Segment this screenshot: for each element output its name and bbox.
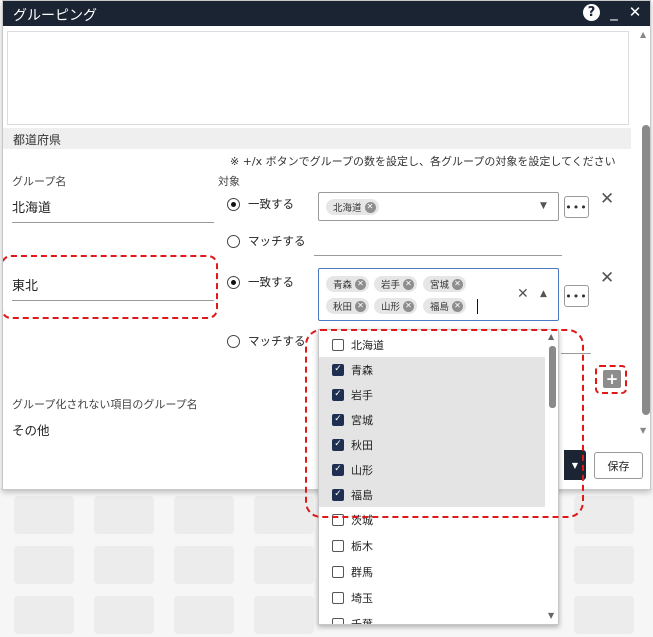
chip: 宮城 ✕ — [423, 276, 467, 292]
chip: 青森 ✕ — [326, 276, 370, 292]
highlight-annotation — [305, 329, 584, 518]
radio-exact-match[interactable]: 一致する — [227, 274, 294, 290]
target-column-label: 対象 — [218, 175, 240, 188]
chevron-up-icon[interactable]: ▲ — [540, 289, 547, 299]
chevron-down-icon[interactable]: ▼ — [540, 201, 547, 211]
radio-selected-icon — [227, 197, 240, 211]
dialog-scrollbar[interactable]: ▲ ▼ — [639, 28, 650, 438]
more-options-button[interactable]: ••• — [564, 285, 589, 307]
bg-tile — [14, 596, 74, 634]
chip-remove-icon[interactable]: ✕ — [355, 278, 367, 290]
bg-tile — [174, 596, 234, 634]
instruction-note: ※ +/x ボタンでグループの数を設定し、各グループの対象を設定してください — [230, 155, 616, 168]
help-icon[interactable]: ? — [583, 4, 600, 21]
target-select[interactable]: 青森 ✕ 岩手 ✕ 宮城 ✕ 秋田 ✕ 山形 ✕ 福島 ✕ ✕ ▲ — [318, 268, 559, 321]
chip-label: 福島 — [430, 302, 450, 313]
radio-pattern-match[interactable]: マッチする — [227, 233, 306, 249]
remove-group-icon[interactable]: ✕ — [600, 268, 614, 288]
bg-tile — [174, 546, 234, 584]
scroll-down-icon[interactable]: ▼ — [548, 611, 554, 620]
radio-label: 一致する — [248, 197, 294, 211]
scrollbar-thumb[interactable] — [642, 125, 650, 415]
checkbox-unchecked-icon[interactable] — [332, 539, 344, 552]
chip: 岩手 ✕ — [374, 276, 418, 292]
chip-label: 岩手 — [381, 280, 401, 291]
bg-tile — [574, 596, 634, 634]
bg-tile — [94, 596, 154, 634]
bg-tile — [254, 546, 314, 584]
list-item[interactable]: 群馬 — [319, 559, 545, 584]
text-cursor — [477, 299, 478, 314]
scroll-down-icon[interactable]: ▼ — [640, 426, 646, 435]
chip-label: 秋田 — [333, 302, 353, 313]
chip: 山形 ✕ — [374, 298, 418, 314]
bg-tile — [14, 546, 74, 584]
bg-tile — [574, 546, 634, 584]
list-item[interactable]: 埼玉 — [319, 585, 545, 610]
chip: 秋田 ✕ — [326, 298, 370, 314]
radio-exact-match[interactable]: 一致する — [227, 196, 294, 212]
radio-label: マッチする — [248, 234, 306, 248]
checkbox-unchecked-icon[interactable] — [332, 591, 344, 604]
list-item-label: 群馬 — [351, 565, 373, 579]
radio-pattern-match[interactable]: マッチする — [227, 333, 306, 349]
bg-tile — [254, 596, 314, 634]
ungrouped-value[interactable]: その他 — [12, 420, 50, 439]
target-select[interactable]: 北海道 ✕ ▼ — [318, 192, 559, 221]
highlight-annotation — [3, 255, 218, 319]
clear-selection-icon[interactable]: ✕ — [517, 286, 529, 302]
save-button[interactable]: 保存 — [594, 452, 643, 479]
bg-tile — [174, 496, 234, 534]
chip-remove-icon[interactable]: ✕ — [452, 278, 464, 290]
highlight-annotation — [595, 365, 627, 394]
radio-label: 一致する — [248, 275, 294, 289]
list-item-label: 埼玉 — [351, 591, 373, 605]
scroll-up-icon[interactable]: ▲ — [640, 30, 646, 39]
radio-unselected-icon — [227, 234, 240, 248]
list-item[interactable]: 千葉 — [319, 611, 545, 625]
chip: 北海道 ✕ — [326, 199, 379, 215]
group-name-column-label: グループ名 — [12, 175, 67, 188]
list-item-label: 栃木 — [351, 539, 373, 553]
radio-label: マッチする — [248, 334, 306, 348]
chip-label: 北海道 — [333, 203, 362, 214]
group-name-field[interactable]: 北海道 — [12, 197, 214, 223]
bg-tile — [94, 546, 154, 584]
close-icon[interactable]: ✕ — [628, 4, 642, 21]
chip: 福島 ✕ — [423, 298, 467, 314]
title-bar[interactable]: グルーピング ? _ ✕ — [3, 1, 650, 26]
checkbox-unchecked-icon[interactable] — [332, 565, 344, 578]
list-item-label: 千葉 — [351, 617, 373, 625]
dialog-title: グルーピング — [13, 8, 97, 24]
bg-tile — [94, 496, 154, 534]
chip-label: 宮城 — [430, 280, 450, 291]
minimize-icon[interactable]: _ — [607, 4, 621, 21]
checkbox-unchecked-icon[interactable] — [332, 617, 344, 624]
section-title: 都道府県 — [13, 133, 62, 147]
bg-tile — [14, 496, 74, 534]
remove-group-icon[interactable]: ✕ — [600, 189, 614, 209]
chip-remove-icon[interactable]: ✕ — [364, 201, 376, 213]
list-item[interactable]: 栃木 — [319, 533, 545, 558]
radio-selected-icon — [227, 275, 240, 289]
ungrouped-label: グループ化されない項目のグループ名 — [12, 398, 198, 411]
radio-unselected-icon — [227, 334, 240, 348]
preview-area — [7, 31, 629, 125]
chip-label: 山形 — [381, 302, 401, 313]
chip-remove-icon[interactable]: ✕ — [355, 300, 367, 312]
chip-remove-icon[interactable]: ✕ — [403, 300, 415, 312]
more-options-button[interactable]: ••• — [564, 196, 589, 218]
chip-label: 青森 — [333, 280, 353, 291]
chip-remove-icon[interactable]: ✕ — [403, 278, 415, 290]
pattern-input[interactable] — [314, 255, 562, 256]
chip-remove-icon[interactable]: ✕ — [452, 300, 464, 312]
section-header: 都道府県 — [3, 128, 631, 149]
window-controls: ? _ ✕ — [583, 4, 642, 21]
